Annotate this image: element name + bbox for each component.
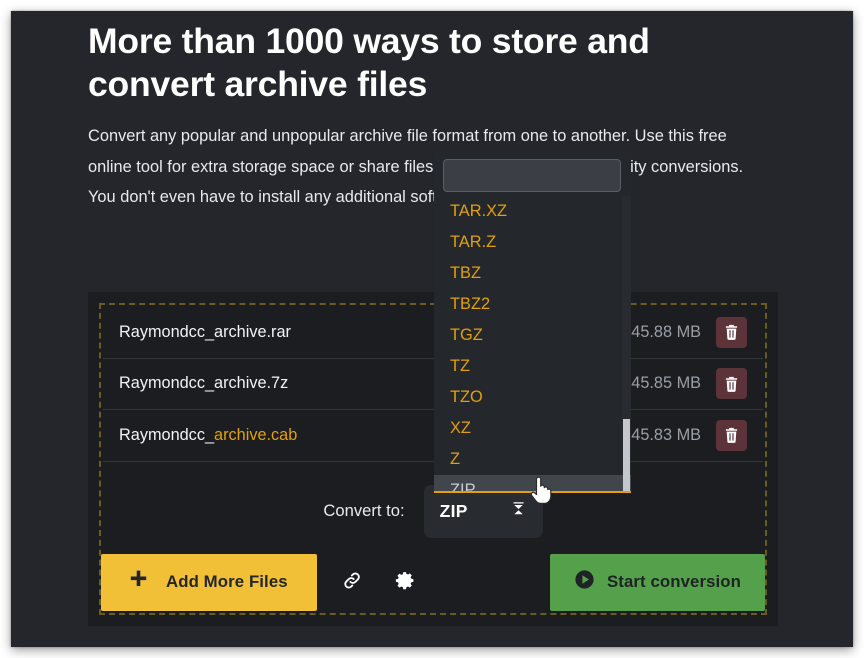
file-name: Raymondcc_archive.7z: [119, 374, 288, 393]
delete-file-button[interactable]: [716, 368, 747, 400]
file-size: 45.83 MB: [631, 425, 701, 444]
converter-panel: Raymondcc_archive.rar 45.88 MB Raymondcc…: [88, 292, 778, 626]
file-list: Raymondcc_archive.rar 45.88 MB Raymondcc…: [103, 307, 763, 462]
file-name-suffix: archive.cab: [214, 425, 298, 444]
gear-icon: [395, 570, 416, 594]
format-option-zip[interactable]: ZIP: [434, 475, 631, 491]
convert-to-row: Convert to: ZIP: [101, 473, 765, 549]
file-size: 45.85 MB: [631, 374, 701, 393]
format-option-list: TAR.XZ TAR.Z TBZ TBZ2 TGZ TZ TZO XZ Z ZI…: [434, 196, 631, 491]
dropdown-scrollbar-thumb[interactable]: [623, 419, 630, 491]
play-circle-icon: [574, 569, 595, 595]
delete-file-button[interactable]: [716, 419, 747, 451]
file-name-suffix: archive.7z: [214, 374, 289, 393]
link-icon: [342, 570, 363, 594]
file-name-prefix: Raymondcc_: [119, 374, 215, 393]
table-row: Raymondcc_archive.cab 45.83 MB: [103, 410, 763, 462]
table-row: Raymondcc_archive.7z 45.85 MB: [103, 359, 763, 410]
plus-icon: [128, 569, 149, 595]
format-option-tar-xz[interactable]: TAR.XZ: [434, 196, 631, 227]
page-content: More than 1000 ways to store and convert…: [88, 20, 768, 213]
delete-file-button[interactable]: [716, 316, 747, 348]
format-dropdown: TAR.XZ TAR.Z TBZ TBZ2 TGZ TZ TZO XZ Z ZI…: [434, 151, 631, 493]
format-option-tz[interactable]: TZ: [434, 351, 631, 382]
action-bar: Add More Files Start conversion: [101, 551, 765, 613]
page-title: More than 1000 ways to store and convert…: [88, 21, 650, 104]
add-more-files-label: Add More Files: [166, 572, 288, 591]
format-option-tbz2[interactable]: TBZ2: [434, 289, 631, 320]
settings-button[interactable]: [385, 561, 427, 603]
file-name-prefix: Raymondcc_: [119, 322, 215, 341]
file-name-suffix: archive.rar: [214, 322, 291, 341]
convert-to-label: Convert to:: [323, 501, 405, 520]
format-option-tbz[interactable]: TBZ: [434, 258, 631, 289]
page-intro-text: Convert any popular and unpopular archiv…: [88, 127, 744, 206]
app-page: More than 1000 ways to store and convert…: [11, 11, 853, 647]
format-search-input[interactable]: [443, 159, 621, 192]
format-option-tar-z[interactable]: TAR.Z: [434, 227, 631, 258]
add-more-files-button[interactable]: Add More Files: [101, 553, 317, 611]
file-size: 45.88 MB: [631, 322, 701, 341]
file-name-prefix: Raymondcc_: [119, 425, 215, 444]
trash-icon: [724, 427, 739, 444]
file-name: Raymondcc_archive.rar: [119, 323, 291, 342]
format-option-tzo[interactable]: TZO: [434, 382, 631, 413]
start-conversion-button[interactable]: Start conversion: [549, 553, 765, 611]
format-option-xz[interactable]: XZ: [434, 413, 631, 444]
start-conversion-label: Start conversion: [606, 572, 741, 591]
converter-panel-dropzone[interactable]: Raymondcc_archive.rar 45.88 MB Raymondcc…: [99, 303, 767, 615]
collapse-arrows-icon: [510, 500, 527, 522]
format-select-value: ZIP: [439, 500, 468, 521]
trash-icon: [724, 376, 739, 392]
screenshot-root: More than 1000 ways to store and convert…: [0, 0, 864, 658]
link-button[interactable]: [332, 561, 374, 603]
format-option-z[interactable]: Z: [434, 444, 631, 475]
file-name: Raymondcc_archive.cab: [119, 426, 297, 445]
trash-icon: [724, 324, 739, 341]
format-option-tgz[interactable]: TGZ: [434, 320, 631, 351]
table-row: Raymondcc_archive.rar 45.88 MB: [103, 307, 763, 359]
